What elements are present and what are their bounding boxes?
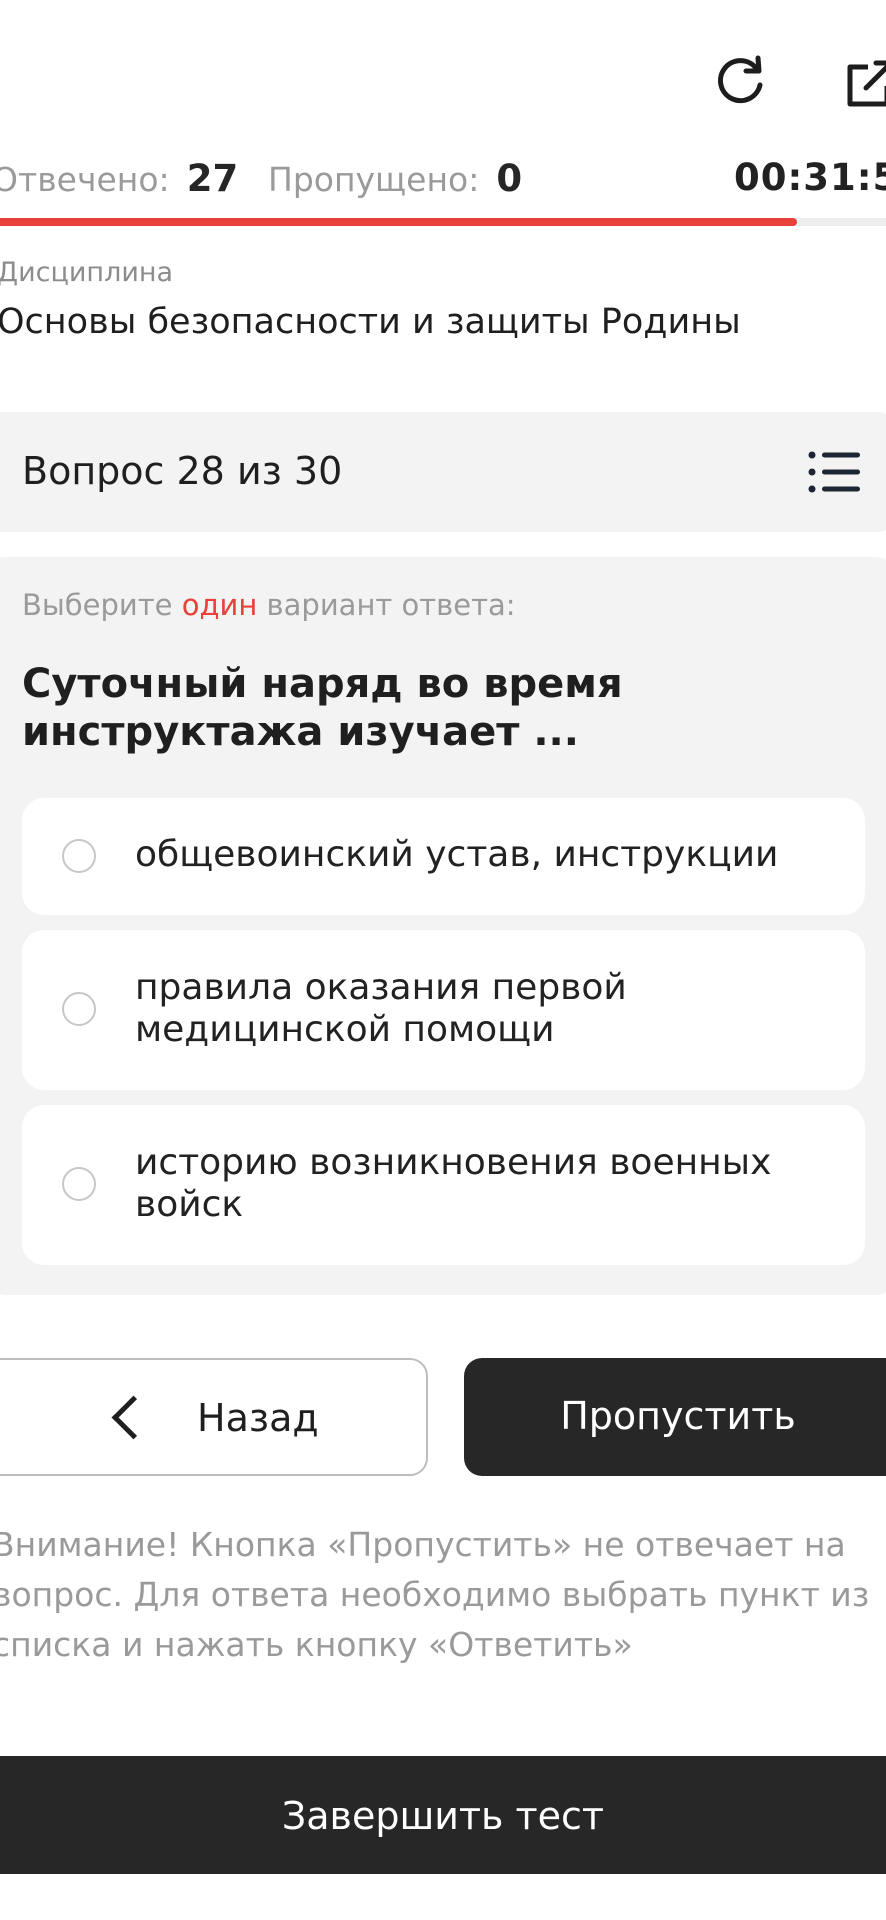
- answered-count: 27: [186, 157, 239, 200]
- answer-option[interactable]: правила оказания первой медицинской помо…: [22, 930, 865, 1090]
- progress-fill: [0, 218, 798, 226]
- skipped-stat: Пропущено: 0: [268, 157, 522, 200]
- back-icon[interactable]: [0, 51, 16, 96]
- progress-bar: [0, 218, 886, 226]
- answered-label: Отвечено:: [0, 160, 170, 199]
- back-button-label: Назад: [197, 1396, 319, 1440]
- skip-button[interactable]: Пропустить: [464, 1358, 886, 1476]
- finish-test-label: Завершить тест: [281, 1794, 605, 1838]
- radio-icon[interactable]: [62, 992, 96, 1026]
- discipline-title: Основы безопасности и защиты Родины: [0, 302, 741, 342]
- option-label: историю возникновения военных войск: [135, 1142, 772, 1225]
- instruction-accent: один: [181, 588, 258, 622]
- instruction-suffix: вариант ответа:: [257, 588, 516, 622]
- option-label: общевоинский устав, инструкции: [135, 834, 779, 875]
- instruction-prefix: Выберите: [22, 588, 182, 622]
- skipped-count: 0: [496, 157, 523, 200]
- option-label: правила оказания первой медицинской помо…: [135, 967, 627, 1050]
- timer: 00:31:52: [734, 156, 886, 199]
- answer-option[interactable]: историю возникновения военных войск: [22, 1105, 865, 1265]
- skip-warning: Внимание! Кнопка «Пропустить» не отвечае…: [0, 1525, 870, 1664]
- answer-instruction: Выберите один вариант ответа:: [22, 588, 516, 622]
- finish-test-button[interactable]: Завершить тест: [0, 1756, 886, 1874]
- answer-option[interactable]: общевоинский устав, инструкции: [22, 798, 865, 915]
- discipline-label: Дисциплина: [0, 257, 174, 288]
- radio-icon[interactable]: [62, 839, 96, 873]
- open-external-icon[interactable]: [846, 58, 886, 108]
- chevron-left-icon: [111, 1395, 156, 1440]
- radio-icon[interactable]: [62, 1167, 96, 1201]
- question-number: Вопрос 28 из 30: [22, 449, 343, 493]
- question-list-icon[interactable]: [808, 450, 862, 494]
- skip-button-label: Пропустить: [560, 1394, 796, 1438]
- skipped-label: Пропущено:: [268, 160, 480, 199]
- back-button[interactable]: Назад: [0, 1358, 428, 1476]
- refresh-icon[interactable]: [712, 52, 770, 110]
- question-text: Суточный наряд во время инструктажа изуч…: [22, 661, 623, 755]
- answered-stat: Отвечено: 27: [0, 157, 238, 200]
